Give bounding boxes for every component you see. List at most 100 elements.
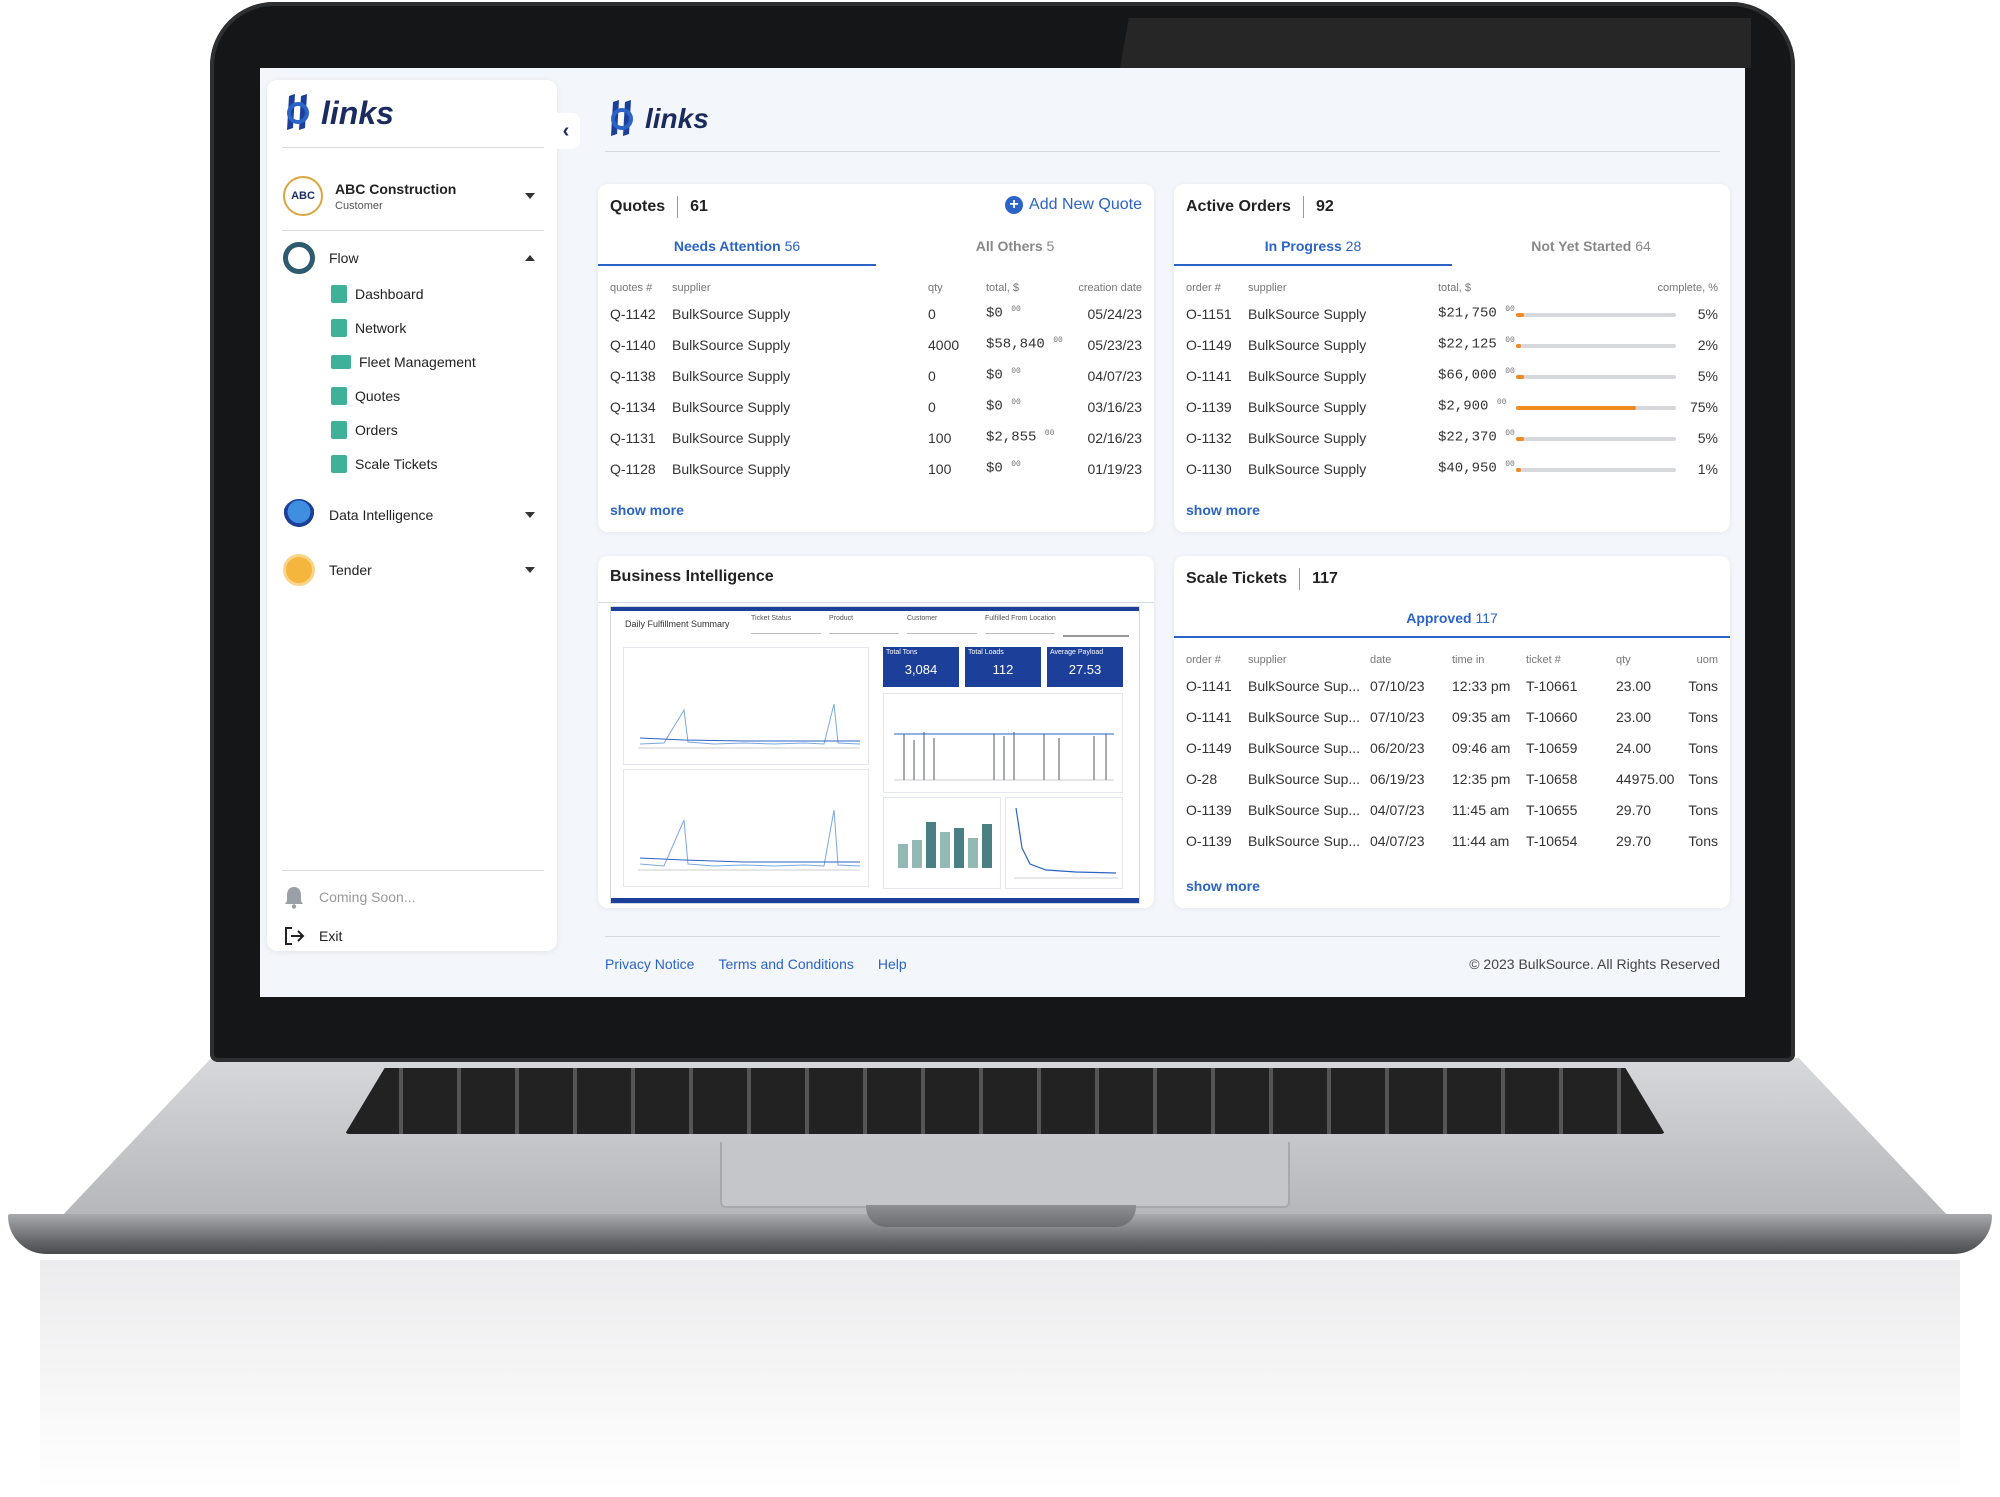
company-name: ABC Construction <box>335 180 457 197</box>
order-id-link[interactable]: O-1151 <box>1186 298 1248 329</box>
quote-id-link[interactable]: Q-1142 <box>610 298 672 329</box>
table-row[interactable]: O-28 BulkSource Sup... 06/19/23 12:35 pm T-1… <box>1186 763 1718 794</box>
bell-icon <box>285 887 303 909</box>
nav-data-intelligence[interactable]: Data Intelligence <box>283 497 543 533</box>
column-header: qty <box>928 282 943 294</box>
date-range-slider[interactable] <box>1063 635 1129 637</box>
bi-report-embed[interactable]: Daily Fulfillment Summary Ticket Status … <box>610 606 1140 904</box>
nav-flow[interactable]: Flow <box>283 240 543 276</box>
table-row[interactable]: O-1130 BulkSource Supply $40,950 00 1% <box>1186 453 1718 484</box>
sidebar-item-dashboard[interactable]: Dashboard <box>331 283 424 305</box>
document-icon <box>331 319 347 337</box>
total-cell: $2,900 00 <box>1438 391 1516 422</box>
order-id-link[interactable]: O-28 <box>1186 763 1248 794</box>
order-id-link[interactable]: O-1141 <box>1186 670 1248 701</box>
total-cell: $0 00 <box>986 391 1070 422</box>
quote-id-link[interactable]: Q-1140 <box>610 329 672 360</box>
sidebar-item-fleet-management[interactable]: Fleet Management <box>331 351 476 373</box>
filter-dropdown[interactable] <box>751 627 821 634</box>
ticket-id-link[interactable]: T-10659 <box>1526 732 1616 763</box>
ticket-id-link[interactable]: T-10658 <box>1526 763 1616 794</box>
tab-label: All Others <box>975 238 1043 254</box>
total-cents: 00 <box>1011 460 1021 470</box>
sidebar-item-orders[interactable]: Orders <box>331 419 398 441</box>
order-id-link[interactable]: O-1139 <box>1186 391 1248 422</box>
tab-approved[interactable]: Approved 117 <box>1174 604 1730 638</box>
quote-id-link[interactable]: Q-1134 <box>610 391 672 422</box>
quote-id-link[interactable]: Q-1138 <box>610 360 672 391</box>
company-switcher[interactable]: ABC ABC Construction Customer <box>283 172 543 220</box>
column-header: complete, % <box>1657 282 1718 294</box>
total-cell: $2,855 00 <box>986 422 1070 453</box>
ticket-id-link[interactable]: T-10654 <box>1526 825 1616 856</box>
tab-in-progress[interactable]: In Progress 28 <box>1174 232 1452 266</box>
tab-not-yet-started[interactable]: Not Yet Started 64 <box>1452 232 1730 266</box>
total-amount: $0 <box>986 305 1003 322</box>
table-row[interactable]: O-1149 BulkSource Sup... 06/20/23 09:46 am T… <box>1186 732 1718 763</box>
table-row[interactable]: Q-1140 BulkSource Supply 4000 $58,840 00 05/… <box>610 329 1142 360</box>
filter-dropdown[interactable] <box>907 627 977 634</box>
quote-id-link[interactable]: Q-1131 <box>610 422 672 453</box>
ticket-id-link[interactable]: T-10661 <box>1526 670 1616 701</box>
date-cell: 02/16/23 <box>1087 429 1143 446</box>
ticket-id-link[interactable]: T-10655 <box>1526 794 1616 825</box>
order-id-link[interactable]: O-1132 <box>1186 422 1248 453</box>
table-row[interactable]: O-1132 BulkSource Supply $22,370 00 5% <box>1186 422 1718 453</box>
total-cell: $0 00 <box>986 298 1070 329</box>
order-id-link[interactable]: O-1141 <box>1186 701 1248 732</box>
table-row[interactable]: O-1139 BulkSource Supply $2,900 00 75% <box>1186 391 1718 422</box>
tickets-show-more-link[interactable]: show more <box>1186 878 1260 894</box>
table-row[interactable]: O-1141 BulkSource Supply $66,000 00 5% <box>1186 360 1718 391</box>
sidebar-item-quotes[interactable]: Quotes <box>331 385 400 407</box>
total-cell: $40,950 00 <box>1438 453 1516 484</box>
privacy-notice-link[interactable]: Privacy Notice <box>605 956 694 972</box>
ticket-id-link[interactable]: T-10660 <box>1526 701 1616 732</box>
tab-needs-attention[interactable]: Needs Attention 56 <box>598 232 876 266</box>
table-row[interactable]: O-1139 BulkSource Sup... 04/07/23 11:44 am T… <box>1186 825 1718 856</box>
truck-icon <box>331 355 351 369</box>
header-logo[interactable]: links <box>605 98 709 140</box>
column-header: time in <box>1452 654 1485 666</box>
quote-id-link[interactable]: Q-1128 <box>610 453 672 484</box>
terms-link[interactable]: Terms and Conditions <box>718 956 853 972</box>
nav-tender[interactable]: Tender <box>283 552 543 588</box>
table-row[interactable]: O-1149 BulkSource Supply $22,125 00 2% <box>1186 329 1718 360</box>
total-amount: $2,855 <box>986 429 1037 446</box>
order-id-link[interactable]: O-1149 <box>1186 732 1248 763</box>
tickets-count: 117 <box>1312 570 1338 587</box>
order-id-link[interactable]: O-1149 <box>1186 329 1248 360</box>
sidebar-item-scale-tickets[interactable]: Scale Tickets <box>331 453 437 475</box>
table-row[interactable]: Q-1134 BulkSource Supply 0 $0 00 03/16/23 <box>610 391 1142 422</box>
orders-show-more-link[interactable]: show more <box>1186 502 1260 518</box>
order-id-link[interactable]: O-1139 <box>1186 825 1248 856</box>
table-row[interactable]: Q-1131 BulkSource Supply 100 $2,855 00 02/16… <box>610 422 1142 453</box>
order-id-link[interactable]: O-1130 <box>1186 453 1248 484</box>
table-row[interactable]: Q-1138 BulkSource Supply 0 $0 00 04/07/23 <box>610 360 1142 391</box>
exit-button[interactable]: Exit <box>283 925 342 947</box>
table-row[interactable]: O-1141 BulkSource Sup... 07/10/23 12:33 pm T… <box>1186 670 1718 701</box>
help-link[interactable]: Help <box>878 956 907 972</box>
sidebar-item-network[interactable]: Network <box>331 317 406 339</box>
collapse-sidebar-button[interactable]: ‹ <box>552 113 580 149</box>
quotes-show-more-link[interactable]: show more <box>610 502 684 518</box>
sidebar-logo[interactable]: links <box>281 92 394 134</box>
total-amount: $21,750 <box>1438 305 1497 322</box>
table-row[interactable]: O-1141 BulkSource Sup... 07/10/23 09:35 am T… <box>1186 701 1718 732</box>
tender-icon <box>283 554 315 586</box>
uom-cell: Tons <box>1688 708 1718 725</box>
progress-cell <box>1516 329 1682 360</box>
tab-all-others[interactable]: All Others 5 <box>876 232 1154 266</box>
table-row[interactable]: O-1139 BulkSource Sup... 04/07/23 11:45 am T… <box>1186 794 1718 825</box>
table-row[interactable]: O-1151 BulkSource Supply $21,750 00 5% <box>1186 298 1718 329</box>
column-header: supplier <box>1248 282 1287 294</box>
filter-dropdown[interactable] <box>985 627 1055 634</box>
table-row[interactable]: Q-1128 BulkSource Supply 100 $0 00 01/19/23 <box>610 453 1142 484</box>
kpi-label: Total Loads <box>968 649 1004 656</box>
notifications-coming-soon: Coming Soon... <box>283 885 416 909</box>
filter-dropdown[interactable] <box>829 627 899 634</box>
qty-cell: 24.00 <box>1616 739 1652 756</box>
table-row[interactable]: Q-1142 BulkSource Supply 0 $0 00 05/24/23 <box>610 298 1142 329</box>
order-id-link[interactable]: O-1139 <box>1186 794 1248 825</box>
order-id-link[interactable]: O-1141 <box>1186 360 1248 391</box>
add-new-quote-button[interactable]: + Add New Quote <box>1005 196 1142 214</box>
